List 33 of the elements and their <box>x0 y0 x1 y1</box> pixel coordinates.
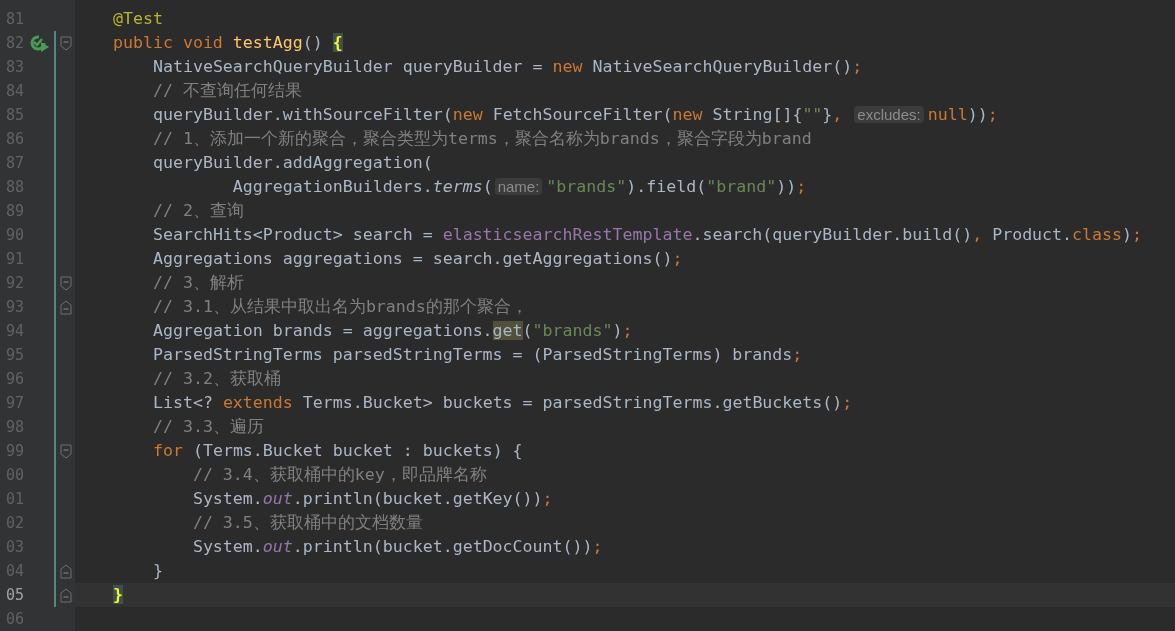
code-line: AggregationBuilders.terms( name: "brands").field("brand")); <box>231 176 807 198</box>
code-line: public void testAgg() { <box>111 32 343 54</box>
code-editor[interactable] <box>0 0 1175 631</box>
run-test-icon[interactable] <box>30 34 50 52</box>
line-number: 05 <box>4 586 25 604</box>
code-line: for (Terms.Bucket bucket : buckets) { <box>151 440 523 462</box>
code-line: // 3、解析 <box>151 272 244 294</box>
code-line: ParsedStringTerms parsedStringTerms = (ParsedStringTerms) brands; <box>151 344 803 366</box>
code-line: // 2、查询 <box>151 200 244 222</box>
code-line: @Test <box>111 8 163 30</box>
code-line: } <box>151 560 163 582</box>
code-line: // 3.2、获取桶 <box>151 368 281 390</box>
fold-marker-icon[interactable] <box>59 443 72 459</box>
code-line: SearchHits<Product> search = elasticsearchRestTemplate.search(queryBuilder.build(), Product.class); <box>151 224 1143 246</box>
code-line: // 3.4、获取桶中的key，即品牌名称 <box>191 464 487 486</box>
code-line: // 3.5、获取桶中的文档数量 <box>191 512 423 534</box>
code-line: queryBuilder.addAggregation( <box>151 152 433 174</box>
fold-marker-icon[interactable] <box>59 563 72 579</box>
fold-marker-icon[interactable] <box>59 35 72 51</box>
code-line: System.out.println(bucket.getDocCount()); <box>191 536 603 558</box>
fold-marker-icon[interactable] <box>59 299 72 315</box>
code-line: // 不查询任何结果 <box>151 80 302 102</box>
fold-marker-icon[interactable] <box>59 275 72 291</box>
code-line: // 3.3、遍历 <box>151 416 264 438</box>
code-line: queryBuilder.withSourceFilter(new FetchSourceFilter(new String[]{""}, excludes: null)); <box>151 104 998 126</box>
code-line: List<? extends Terms.Bucket> buckets = parsedStringTerms.getBuckets(); <box>151 392 853 414</box>
fold-marker-icon[interactable] <box>59 587 72 603</box>
code-line: System.out.println(bucket.getKey()); <box>191 488 553 510</box>
code-line: // 3.1、从结果中取出名为brands的那个聚合， <box>151 296 528 318</box>
code-line: Aggregations aggregations = search.getAggregations(); <box>151 248 683 270</box>
code-line: Aggregation brands = aggregations.get("brands"); <box>151 320 633 342</box>
code-line: NativeSearchQueryBuilder queryBuilder = new NativeSearchQueryBuilder(); <box>151 56 863 78</box>
code-line: // 1、添加一个新的聚合，聚合类型为terms，聚合名称为brands，聚合字段为brand <box>151 128 812 150</box>
